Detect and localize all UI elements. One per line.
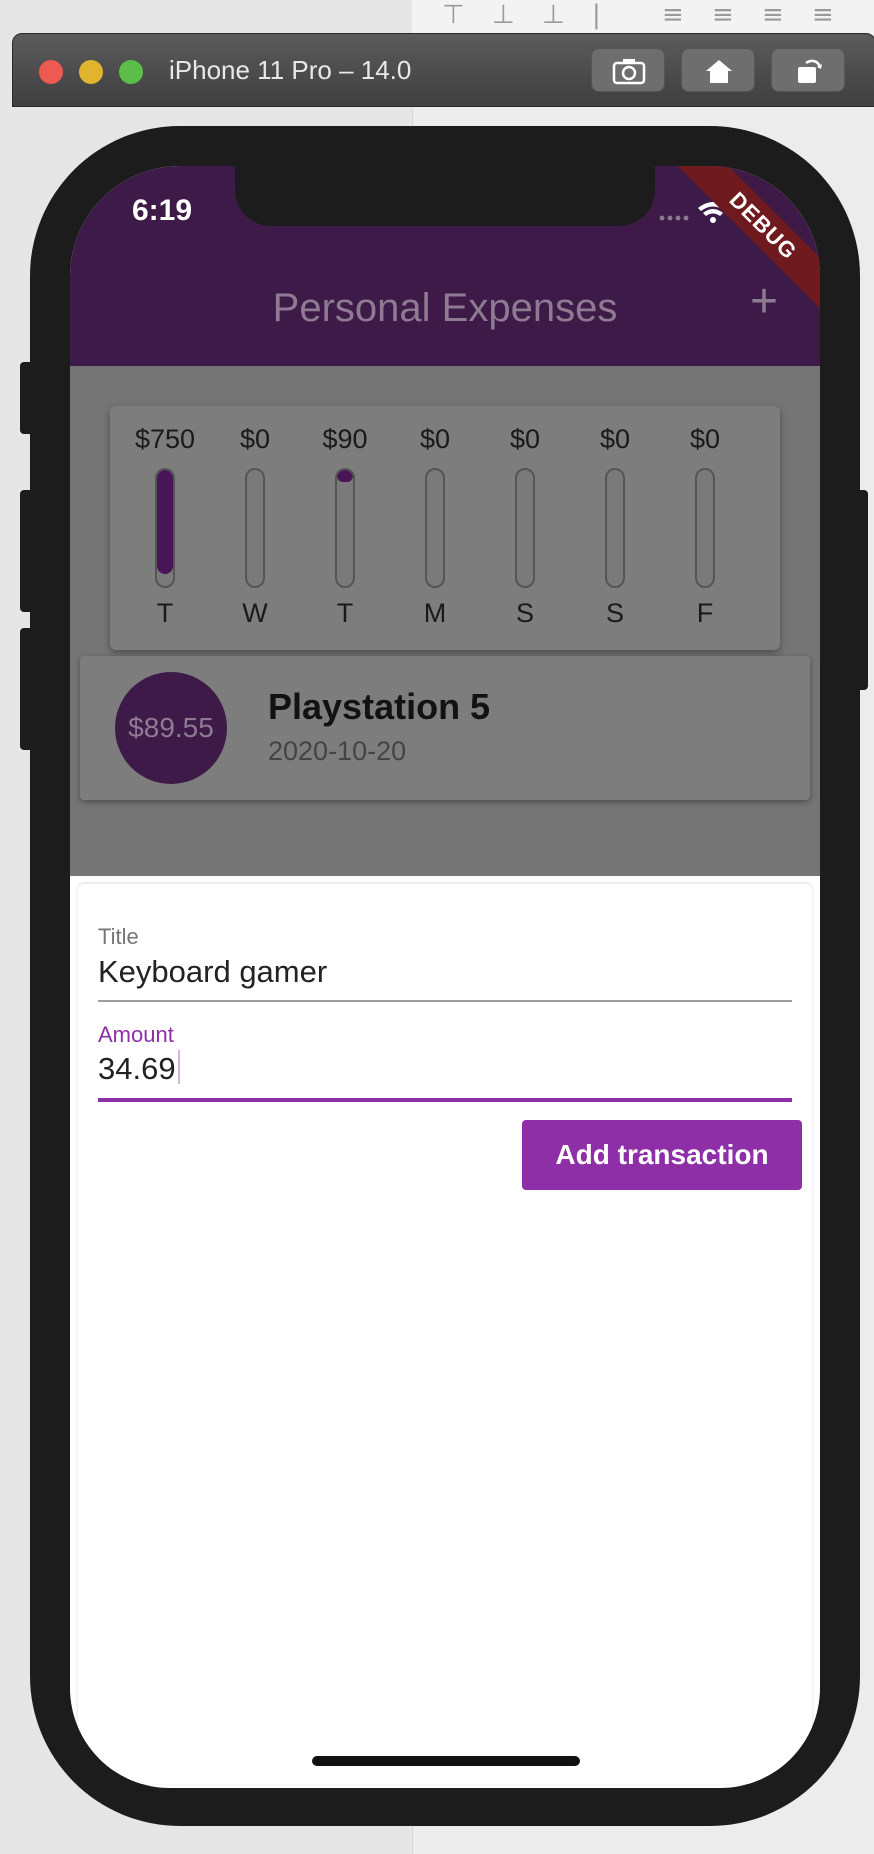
app-bar: 6:19 DEBUG Personal Expenses + (70, 166, 820, 366)
chart-bar-day: M (423, 598, 447, 628)
close-window-button[interactable] (39, 60, 63, 84)
simulator-title: iPhone 11 Pro – 14.0 (169, 55, 412, 85)
align-left-icon[interactable]: ≡ (662, 2, 684, 28)
home-icon (706, 60, 732, 83)
chart-bar-track (245, 468, 265, 588)
chart-bar-amount: $0 (419, 424, 451, 454)
chart-bar-amount: $0 (599, 424, 631, 454)
chart-bar-day: F (696, 598, 714, 628)
chart-bar-amount: $0 (509, 424, 541, 454)
mute-switch (20, 362, 34, 434)
app-title: Personal Expenses (272, 286, 618, 330)
transaction-title: Playstation 5 (268, 686, 491, 727)
align-baseline-icon[interactable]: | (592, 2, 601, 28)
screenshot-button[interactable] (591, 48, 665, 92)
chart-bar-amount: $90 (322, 424, 368, 454)
text-caret (177, 1050, 180, 1084)
minimize-window-button[interactable] (79, 60, 103, 84)
align-middle-icon[interactable]: ⊥ (492, 2, 515, 28)
home-button[interactable] (681, 48, 755, 92)
simulator-title-bar: iPhone 11 Pro – 14.0 (12, 33, 874, 107)
rotate-icon (798, 59, 822, 83)
align-top-icon[interactable]: ⊤ (442, 2, 465, 28)
chart-bar-column: $0 S (480, 406, 570, 650)
chart-bar-column: $0 W (210, 406, 300, 650)
chart-bar-track (695, 468, 715, 588)
chart-bar-day: S (515, 598, 534, 628)
volume-up-button (20, 490, 34, 612)
add-icon[interactable]: + (750, 274, 778, 329)
chart-bar-day: S (605, 598, 624, 628)
chart-bar-amount: $0 (689, 424, 721, 454)
chart-bar-track (605, 468, 625, 588)
align-bottom-icon[interactable]: ⊥ (542, 2, 565, 28)
amount-field-label: Amount (98, 1022, 174, 1047)
title-field-underline (98, 1000, 792, 1002)
chart-bar-column: $0 F (660, 406, 750, 650)
chart-bar-column: $750 T (120, 406, 210, 650)
zoom-window-button[interactable] (119, 60, 143, 84)
align-justify-icon[interactable]: ≡ (812, 2, 834, 28)
transaction-card[interactable]: $89.55 Playstation 5 2020-10-20 (80, 656, 810, 800)
volume-down-button (20, 628, 34, 750)
device-notch (235, 166, 655, 226)
chart-bar-day: W (242, 598, 268, 628)
camera-icon (612, 59, 646, 85)
chart-bar-track (515, 468, 535, 588)
amount-field-value: 34.69 (98, 1051, 176, 1086)
chart-bar-day: T (156, 598, 174, 628)
expenses-body: $750 T $0 W $90 T $0 M $0 S $0 S $0 F $89.55 Playstat… (70, 366, 820, 876)
ide-toolbar: ⊤ ⊥ ⊥ | ≡ ≡ ≡ ≡ (412, 0, 874, 34)
chart-bar-fill (337, 470, 353, 482)
chart-bar-track (425, 468, 445, 588)
transaction-date: 2020-10-20 (268, 736, 407, 766)
title-field-label: Title (98, 924, 139, 949)
chart-bar-track (335, 468, 355, 588)
align-center-icon[interactable]: ≡ (712, 2, 734, 28)
chart-bar-amount: $0 (239, 424, 271, 454)
align-right-icon[interactable]: ≡ (762, 2, 784, 28)
chart-bar-fill (157, 470, 173, 574)
new-transaction-sheet: Title Keyboard gamer Amount 34.69 Add tr… (78, 884, 812, 1784)
power-button (854, 490, 868, 690)
add-transaction-button[interactable]: Add transaction (522, 1120, 802, 1190)
weekly-chart: $750 T $0 W $90 T $0 M $0 S $0 S $0 F (110, 406, 780, 650)
home-indicator (312, 1756, 580, 1766)
chart-bar-day: T (336, 598, 354, 628)
device-screen: 6:19 DEBUG Personal Expenses + $750 T $0 W $… (70, 166, 820, 1788)
amount-field-underline (98, 1098, 792, 1102)
amount-field[interactable]: 34.69 (98, 1050, 180, 1087)
transaction-amount: $89.55 (115, 672, 227, 784)
title-field[interactable]: Keyboard gamer (98, 954, 327, 990)
cellular-signal-icon (659, 215, 689, 221)
chart-bar-column: $0 M (390, 406, 480, 650)
chart-bar-column: $90 T (300, 406, 390, 650)
rotate-button[interactable] (771, 48, 845, 92)
chart-bar-amount: $750 (134, 424, 196, 454)
status-time: 6:19 (132, 194, 193, 227)
chart-bar-column: $0 S (570, 406, 660, 650)
chart-bar-track (155, 468, 175, 588)
